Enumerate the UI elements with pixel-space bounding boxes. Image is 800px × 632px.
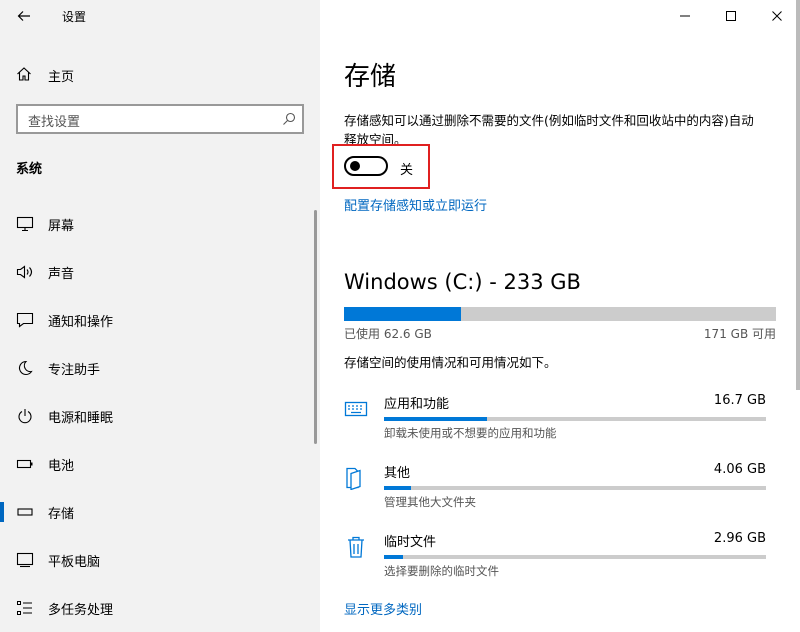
speaker-icon xyxy=(16,265,33,279)
nav-home[interactable]: 主页 xyxy=(0,56,320,92)
monitor-icon xyxy=(16,216,34,232)
app-title: 设置 xyxy=(62,10,87,24)
nav-scrollbar[interactable] xyxy=(314,210,317,444)
category-size: 16.7 GB xyxy=(713,393,766,408)
show-more-categories-link[interactable]: 显示更多类别 xyxy=(344,599,422,618)
nav-item-label: 电源和睡眠 xyxy=(48,411,114,426)
search-placeholder: 查找设置 xyxy=(28,115,81,130)
category-size: 4.06 GB xyxy=(713,462,766,477)
moon-icon xyxy=(18,360,33,376)
nav-item-power-sleep[interactable]: 电源和睡眠 xyxy=(0,396,316,436)
maximize-button[interactable] xyxy=(708,0,754,32)
nav-item-label: 平板电脑 xyxy=(48,555,101,570)
drive-available-label: 171 GB 可用 xyxy=(703,327,776,341)
category-name: 其他 xyxy=(384,466,411,481)
toggle-state-label: 关 xyxy=(400,163,414,178)
drive-title: Windows (C:) - 233 GB xyxy=(344,270,581,294)
category-usage-bar xyxy=(384,555,766,559)
storage-sense-toggle[interactable] xyxy=(344,156,388,176)
category-temporary-files[interactable]: 临时文件 2.96 GB 选择要删除的临时文件 xyxy=(344,531,776,591)
category-usage-fill xyxy=(384,555,404,559)
power-icon xyxy=(18,409,32,424)
nav-header: 设置 xyxy=(0,0,320,32)
usage-description: 存储空间的使用情况和可用情况如下。 xyxy=(344,355,557,370)
drive-usage-bar xyxy=(344,307,776,321)
nav-item-storage[interactable]: 存储 xyxy=(0,492,316,532)
toggle-knob xyxy=(350,161,360,171)
main-scrollbar[interactable] xyxy=(796,0,800,390)
category-usage-bar xyxy=(384,417,766,421)
storage-page: 存储 存储感知可以通过删除不需要的文件(例如临时文件和回收站中的内容)自动释放空… xyxy=(320,0,800,632)
minimize-icon xyxy=(680,15,690,17)
nav-item-multitasking[interactable]: 多任务处理 xyxy=(0,588,316,628)
category-name: 应用和功能 xyxy=(384,397,450,412)
close-button[interactable] xyxy=(754,0,800,32)
nav-item-label: 专注助手 xyxy=(48,363,101,378)
maximize-icon xyxy=(726,11,736,21)
page-title: 存储 xyxy=(344,62,397,92)
apps-keyboard-icon xyxy=(344,401,368,417)
arrow-left-icon xyxy=(17,11,30,21)
nav-item-notifications[interactable]: 通知和操作 xyxy=(0,300,316,340)
search-input[interactable]: 查找设置 xyxy=(16,104,304,134)
nav-item-label: 电池 xyxy=(48,459,75,474)
nav-item-label: 声音 xyxy=(48,267,75,282)
tablet-icon xyxy=(16,552,34,568)
category-other[interactable]: 其他 4.06 GB 管理其他大文件夹 xyxy=(344,462,776,522)
multitask-icon xyxy=(17,601,32,615)
category-subtitle: 卸载未使用或不想要的应用和功能 xyxy=(384,426,557,440)
back-button[interactable] xyxy=(10,2,38,30)
drive-usage-fill xyxy=(344,307,461,321)
settings-nav-pane: 设置 主页 查找设置 系统 屏幕 声音 通知和操作 专注助手 电源和睡眠 电池 … xyxy=(0,0,320,632)
nav-item-focus-assist[interactable]: 专注助手 xyxy=(0,348,316,388)
nav-item-label: 通知和操作 xyxy=(48,315,114,330)
configure-storage-sense-link[interactable]: 配置存储感知或立即运行 xyxy=(344,195,487,214)
nav-item-label: 多任务处理 xyxy=(48,603,114,618)
category-apps-features[interactable]: 应用和功能 16.7 GB 卸载未使用或不想要的应用和功能 xyxy=(344,393,776,453)
minimize-button[interactable] xyxy=(662,0,708,32)
category-usage-bar xyxy=(384,486,766,490)
close-icon xyxy=(772,11,782,21)
category-name: 临时文件 xyxy=(384,535,437,550)
nav-item-tablet[interactable]: 平板电脑 xyxy=(0,540,316,580)
nav-home-label: 主页 xyxy=(48,70,75,85)
nav-item-label: 屏幕 xyxy=(48,219,75,234)
nav-item-display[interactable]: 屏幕 xyxy=(0,204,316,244)
drive-icon xyxy=(17,508,33,516)
category-usage-fill xyxy=(384,486,411,490)
category-subtitle: 选择要删除的临时文件 xyxy=(384,564,499,578)
nav-item-sound[interactable]: 声音 xyxy=(0,252,316,292)
nav-item-label: 存储 xyxy=(48,507,75,522)
category-size: 2.96 GB xyxy=(713,531,766,546)
trash-icon xyxy=(348,536,364,558)
category-usage-fill xyxy=(384,417,488,421)
home-icon xyxy=(17,67,31,81)
search-icon[interactable] xyxy=(282,112,296,126)
nav-item-battery[interactable]: 电池 xyxy=(0,444,316,484)
folder-icon xyxy=(346,467,361,490)
nav-section-title: 系统 xyxy=(16,162,43,177)
message-icon xyxy=(16,312,34,328)
drive-used-label: 已使用 62.6 GB xyxy=(344,327,432,341)
category-subtitle: 管理其他大文件夹 xyxy=(384,495,476,509)
battery-icon xyxy=(16,459,33,469)
